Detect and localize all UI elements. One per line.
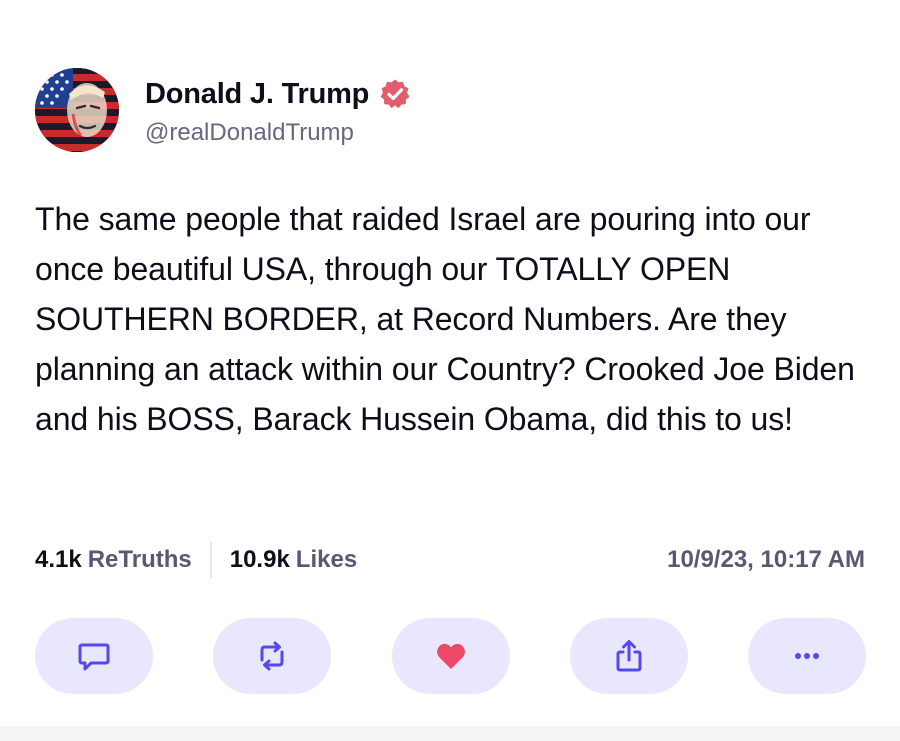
flag-portrait-avatar: [35, 68, 119, 152]
likes-label: Likes: [295, 546, 358, 573]
verified-badge-icon: [379, 78, 411, 110]
likes-stat[interactable]: 10.9k Likes: [230, 546, 357, 574]
action-bar: [35, 618, 866, 694]
post-card: Donald J. Trump @realDonaldTrump The sam…: [0, 0, 900, 726]
share-button[interactable]: [569, 618, 688, 694]
retruths-stat[interactable]: 4.1k ReTruths: [35, 546, 192, 574]
retruths-label: ReTruths: [87, 546, 192, 573]
like-button[interactable]: [391, 618, 510, 694]
likes-count: 10.9k: [229, 546, 290, 573]
reply-button[interactable]: [35, 618, 153, 694]
feed-divider: [0, 726, 900, 741]
stats-divider: [209, 542, 212, 578]
retruths-count: 4.1k: [35, 546, 82, 573]
more-button[interactable]: [748, 618, 866, 694]
author-name-row: Donald J. Trump: [145, 74, 411, 114]
author-display-name[interactable]: Donald J. Trump: [145, 78, 369, 111]
post-text: The same people that raided Israel are p…: [35, 201, 855, 437]
avatar[interactable]: [35, 68, 119, 152]
post-stats: 4.1k ReTruths 10.9k Likes: [35, 540, 357, 580]
retruth-icon: [260, 641, 284, 671]
author-handle[interactable]: @realDonaldTrump: [145, 119, 354, 147]
heart-icon: [436, 643, 465, 669]
share-icon: [616, 640, 642, 672]
post-timestamp[interactable]: 10/9/23, 10:17 AM: [667, 540, 865, 580]
reply-icon: [78, 643, 110, 671]
more-icon: [795, 653, 819, 659]
retruth-button[interactable]: [213, 618, 332, 694]
